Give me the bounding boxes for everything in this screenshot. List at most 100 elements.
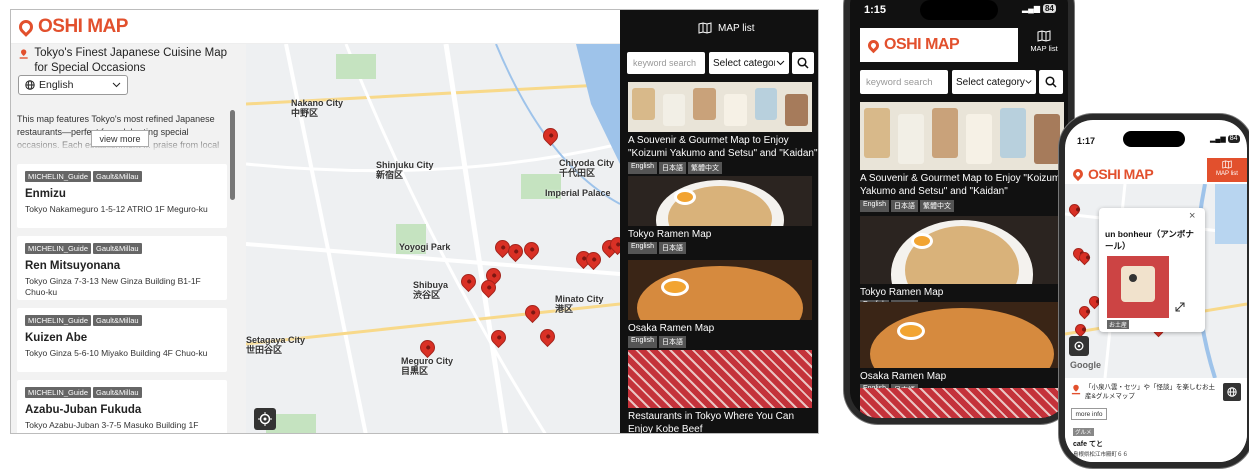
phone2-status-icons: ▂▄▆ 84 (1210, 135, 1240, 143)
restaurant-card[interactable]: MICHELIN_Guide Gault&Millau Azabu-Juban Fu… (17, 380, 227, 433)
my-location-button[interactable] (254, 408, 276, 430)
keyword-search-input[interactable]: keyword search (860, 70, 948, 94)
language-tag: 日本語 (658, 242, 686, 254)
language-tag: English (860, 200, 889, 212)
phone2-info-panel: 「小泉八雲・セツ」や「怪談」を楽しむお土産&グルメマップ more info グ… (1065, 378, 1247, 462)
map-area-label: Setagaya City 世田谷区 (246, 335, 306, 355)
popup-tag: お土産 (1107, 320, 1130, 329)
language-tags: English日本語 (628, 242, 686, 254)
my-location-button[interactable] (1069, 336, 1089, 356)
language-select[interactable]: English (18, 75, 128, 95)
category-tag: グルメ (1073, 428, 1094, 436)
map-list-icon (1222, 160, 1232, 169)
place-name: cafe てと (1073, 441, 1103, 448)
restaurant-card[interactable]: MICHELIN_Guide Gault&Millau Kuizen Abe Toky… (17, 308, 227, 372)
restaurant-name: Enmizu (25, 188, 66, 200)
map-description: 「小泉八雲・セツ」や「怪談」を楽しむお土産&グルメマップ (1085, 384, 1215, 400)
restaurant-name: Azabu-Juban Fukuda (25, 404, 142, 416)
battery-indicator: 84 (1227, 135, 1240, 143)
desktop-header: OSHI MAP (11, 10, 620, 44)
restaurant-tags: MICHELIN_Guide Gault&Millau (25, 171, 219, 182)
google-logo: Google (1070, 360, 1101, 370)
search-button[interactable] (1039, 70, 1063, 94)
map-area-label: Nakano City 中野区 (291, 98, 344, 118)
restaurant-card[interactable]: MICHELIN_Guide Gault&Millau Enmizu Tokyo Na… (17, 164, 227, 228)
map-list-icon (698, 22, 712, 34)
phone1-screen: 1:15 ▂▄▆ 84 OSHI MAP MAP list keyword sea… (850, 0, 1068, 418)
desktop-map[interactable]: Nakano City 中野区 Shinjuku City 新宿区 Chiyoda … (246, 44, 620, 433)
restaurant-address: Tokyo Ginza 5-6-10 Miyako Building 4F Ch… (25, 348, 208, 358)
language-tags: English 日本語 繁體中文 (628, 162, 722, 174)
category-select[interactable]: Select category (952, 70, 1036, 94)
language-value: English (39, 79, 74, 91)
guide-tag: MICHELIN_Guide (25, 243, 92, 254)
phone-mockup-1: 1:15 ▂▄▆ 84 OSHI MAP MAP list keyword sea… (844, 0, 1074, 424)
popup-close-icon[interactable]: × (1189, 210, 1195, 222)
chevron-down-icon (1025, 80, 1032, 84)
map-list-icon (1037, 30, 1051, 42)
search-button[interactable] (792, 52, 814, 74)
place-address: 島根県松江市殿町６６ (1073, 452, 1129, 458)
restaurant-name: Kuizen Abe (25, 332, 88, 344)
map-location-icon (1071, 384, 1081, 395)
map-area-label: Shibuya 渋谷区 (413, 280, 449, 300)
chevron-down-icon (776, 60, 785, 66)
search-icon (797, 57, 809, 69)
map-list-header: MAP list (698, 22, 755, 34)
guide-tag: MICHELIN_Guide (25, 387, 92, 398)
phone1-dynamic-island (920, 0, 998, 20)
language-tags: English日本語 (628, 336, 686, 348)
map-title: Tokyo's Finest Japanese Cuisine Map for … (34, 47, 228, 74)
language-tag: 日本語 (890, 200, 918, 212)
map-card-title[interactable]: A Souvenir & Gourmet Map to Enjoy "Koizu… (860, 172, 1064, 198)
beef-banner-image (860, 388, 1064, 418)
language-button[interactable] (1223, 383, 1241, 401)
phone2-map[interactable]: × un bonheur（アンボナール） お土産 Google (1065, 184, 1247, 378)
map-card-title[interactable]: Tokyo Ramen Map (860, 286, 1064, 299)
pin-logo-icon (1070, 166, 1086, 182)
guide-tag: MICHELIN_Guide (25, 171, 92, 182)
phone1-map-list-button[interactable]: MAP list (1026, 30, 1062, 53)
oshi-map-logo[interactable]: OSHI MAP (1070, 166, 1154, 182)
map-card-title[interactable]: Osaka Ramen Map (628, 322, 818, 335)
language-tags: English 日本語 繁體中文 (860, 200, 954, 212)
map-card-title[interactable]: A Souvenir & Gourmet Map to Enjoy "Koizu… (628, 134, 818, 160)
more-info-button[interactable]: more info (1071, 408, 1107, 420)
crosshair-icon (258, 412, 272, 426)
map-list-panel: MAP list keyword search Select category … (620, 10, 818, 433)
chevron-down-icon (112, 82, 121, 88)
phone-mockup-2: 1:17 ▂▄▆ 84 OSHI MAP MAP list × un bonhe… (1059, 114, 1249, 468)
souvenir-banner-image (628, 82, 812, 132)
map-card-title[interactable]: Osaka Ramen Map (860, 370, 1064, 383)
map-card-title[interactable]: Restaurants in Tokyo Where You Can Enjoy… (628, 410, 818, 433)
restaurant-list: MICHELIN_Guide Gault&Millau Enmizu Tokyo Na… (17, 164, 227, 433)
language-tag: 日本語 (658, 162, 686, 174)
phone2-map-list-button[interactable]: MAP list (1207, 158, 1247, 182)
expand-icon[interactable] (1175, 302, 1185, 312)
language-tag: English (628, 242, 657, 254)
pin-logo-icon (865, 37, 882, 53)
restaurant-address: Tokyo Ginza 7-3-13 New Ginza Building B1… (25, 276, 201, 297)
restaurant-tags: MICHELIN_Guide Gault&Millau (25, 243, 219, 254)
sidebar-scrollbar[interactable] (230, 110, 235, 200)
guide-tag: MICHELIN_Guide (25, 315, 92, 326)
popup-title: un bonheur（アンボナール） (1105, 229, 1194, 251)
view-more-button[interactable]: view more (91, 130, 149, 147)
keyword-search-input[interactable]: keyword search (627, 52, 705, 74)
restaurant-card[interactable]: MICHELIN_Guide Gault&Millau Ren Mitsuyonan… (17, 236, 227, 300)
place-popup: × un bonheur（アンボナール） お土産 (1099, 208, 1205, 332)
pin-logo-icon (16, 17, 36, 37)
language-tag: 繁體中文 (919, 200, 954, 212)
guide-tag: Gault&Millau (93, 243, 142, 254)
battery-indicator: 84 (1042, 4, 1056, 13)
language-tag: English (628, 162, 657, 174)
desktop-screenshot: OSHI MAP Tokyo's Finest Japanese Cuisine… (10, 9, 819, 434)
globe-icon (1227, 387, 1237, 397)
map-area-label: Imperial Palace (545, 188, 611, 198)
map-area-label: Shinjuku City 新宿区 (376, 160, 434, 180)
category-select[interactable]: Select category (709, 52, 789, 74)
oshi-map-logo[interactable]: OSHI MAP (16, 16, 128, 38)
guide-tag: Gault&Millau (93, 171, 142, 182)
oshi-map-logo[interactable]: OSHI MAP (865, 36, 960, 54)
map-card-title[interactable]: Tokyo Ramen Map (628, 228, 818, 241)
